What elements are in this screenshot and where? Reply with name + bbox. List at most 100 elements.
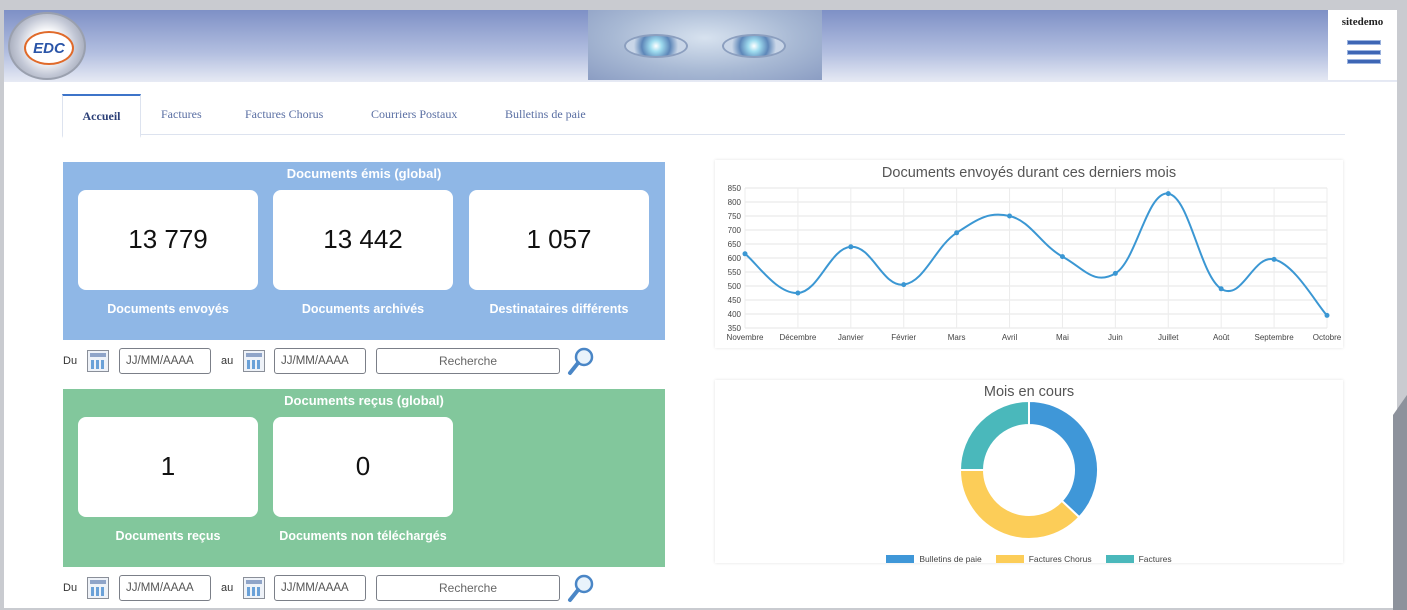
donut-slice <box>958 399 1030 471</box>
x-tick-label: Décembre <box>779 333 816 342</box>
data-point <box>1112 270 1118 276</box>
stat-label-recipients: Destinataires différents <box>489 302 629 316</box>
company-logo[interactable]: EDC <box>8 12 86 80</box>
stat-label-received: Documents reçus <box>115 529 221 543</box>
search-input[interactable] <box>376 348 560 374</box>
y-tick-label: 650 <box>728 240 742 249</box>
y-tick-label: 800 <box>728 198 742 207</box>
main-tabs: Accueil Factures Factures Chorus Courrie… <box>62 94 1345 138</box>
from-label: Du <box>63 582 78 594</box>
received-documents-panel: Documents reçus (global) 1 0 Documents r… <box>63 389 665 567</box>
x-tick-label: Septembre <box>1255 333 1295 342</box>
tab-factures-chorus[interactable]: Factures Chorus <box>245 94 323 134</box>
x-tick-label: Mars <box>948 333 966 342</box>
search-input[interactable] <box>376 575 560 601</box>
stat-card-archived[interactable]: 13 442 <box>273 190 453 290</box>
right-eye-graphic <box>722 34 786 58</box>
legend-item-chorus[interactable]: Factures Chorus <box>995 554 1092 564</box>
tab-courriers-postaux[interactable]: Courriers Postaux <box>371 94 457 134</box>
date-to-input[interactable] <box>274 575 366 601</box>
legend-swatch <box>1105 555 1134 563</box>
data-point <box>795 290 801 296</box>
search-icon[interactable] <box>567 346 595 376</box>
x-tick-label: Juin <box>1108 333 1123 342</box>
legend-label: Factures <box>1138 554 1172 564</box>
y-tick-label: 700 <box>728 226 742 235</box>
tab-factures[interactable]: Factures <box>161 94 202 134</box>
donut-slice <box>1028 399 1099 519</box>
y-tick-label: 500 <box>728 282 742 291</box>
y-tick-label: 400 <box>728 310 742 319</box>
x-tick-label: Janvier <box>838 333 864 342</box>
data-point <box>954 230 960 236</box>
app-window: EDC sitedemo Accueil Factures Factures C… <box>4 10 1397 608</box>
left-eye-graphic <box>624 34 688 58</box>
y-tick-label: 350 <box>728 324 742 333</box>
data-point <box>742 251 748 257</box>
date-to-input[interactable] <box>274 348 366 374</box>
line-chart: 850 800 750 700 650 600 550 500 450 400 350Novembr… <box>727 184 1342 342</box>
received-filter-row: Du au <box>63 573 623 603</box>
calendar-icon[interactable] <box>87 577 109 599</box>
emitted-panel-title: Documents émis (global) <box>286 166 442 181</box>
donut-chart-card: Mois en cours Bulletins de paie Factures… <box>715 380 1343 564</box>
username[interactable]: sitedemo <box>1328 16 1397 28</box>
legend-label: Bulletins de paie <box>919 554 982 564</box>
y-tick-label: 550 <box>728 268 742 277</box>
calendar-icon[interactable] <box>87 350 109 372</box>
stat-label-sent: Documents envoyés <box>107 302 229 316</box>
data-point <box>901 282 907 288</box>
x-tick-label: Octobre <box>1313 333 1342 342</box>
data-point <box>1218 286 1224 292</box>
x-tick-label: Août <box>1213 333 1230 342</box>
legend-swatch <box>995 555 1024 563</box>
x-tick-label: Juillet <box>1158 333 1179 342</box>
hamburger-menu-icon[interactable] <box>1347 40 1381 64</box>
legend-item-bulletins[interactable]: Bulletins de paie <box>886 554 982 564</box>
stat-value-archived: 13 442 <box>323 224 403 254</box>
tab-accueil[interactable]: Accueil <box>62 94 141 138</box>
data-point <box>1324 312 1330 318</box>
y-tick-label: 850 <box>728 184 742 193</box>
search-icon[interactable] <box>567 573 595 603</box>
banner-face-image <box>588 10 822 80</box>
calendar-icon[interactable] <box>243 350 265 372</box>
x-tick-label: Novembre <box>727 333 764 342</box>
calendar-icon[interactable] <box>243 577 265 599</box>
series-line <box>744 192 1328 317</box>
x-tick-label: Mai <box>1056 333 1069 342</box>
stat-card-recipients[interactable]: 1 057 <box>469 190 649 290</box>
line-chart-card: Documents envoyés durant ces derniers mo… <box>715 160 1343 348</box>
legend-swatch <box>886 555 915 563</box>
date-from-input[interactable] <box>119 348 211 374</box>
stat-value-not-downloaded: 0 <box>355 451 371 481</box>
stat-value-received: 1 <box>160 451 176 481</box>
date-from-input[interactable] <box>119 575 211 601</box>
stat-label-archived: Documents archivés <box>301 302 425 316</box>
emitted-filter-row: Du au <box>63 346 623 376</box>
user-box: sitedemo <box>1328 10 1397 80</box>
y-tick-label: 450 <box>728 296 742 305</box>
legend-item-factures[interactable]: Factures <box>1105 554 1172 564</box>
stat-value-sent: 13 779 <box>128 224 208 254</box>
page-curl-edge <box>1393 395 1407 610</box>
stat-value-recipients: 1 057 <box>526 224 592 254</box>
stat-card-received[interactable]: 1 <box>78 417 258 517</box>
emitted-documents-panel: Documents émis (global) 13 779 13 442 1 … <box>63 162 665 340</box>
data-point <box>1007 213 1013 219</box>
header-banner: EDC sitedemo <box>4 10 1397 82</box>
data-point <box>1271 256 1277 262</box>
data-point <box>1165 191 1171 197</box>
stat-card-not-downloaded[interactable]: 0 <box>273 417 453 517</box>
stat-card-sent[interactable]: 13 779 <box>78 190 258 290</box>
tab-bulletins-de-paie[interactable]: Bulletins de paie <box>505 94 586 134</box>
y-tick-label: 750 <box>728 212 742 221</box>
donut-slice <box>958 469 1081 540</box>
to-label: au <box>221 355 234 367</box>
x-tick-label: Février <box>891 333 916 342</box>
y-tick-label: 600 <box>728 254 742 263</box>
legend-label: Factures Chorus <box>1028 554 1092 564</box>
from-label: Du <box>63 355 78 367</box>
data-point <box>848 244 854 250</box>
received-panel-title: Documents reçus (global) <box>284 393 444 408</box>
